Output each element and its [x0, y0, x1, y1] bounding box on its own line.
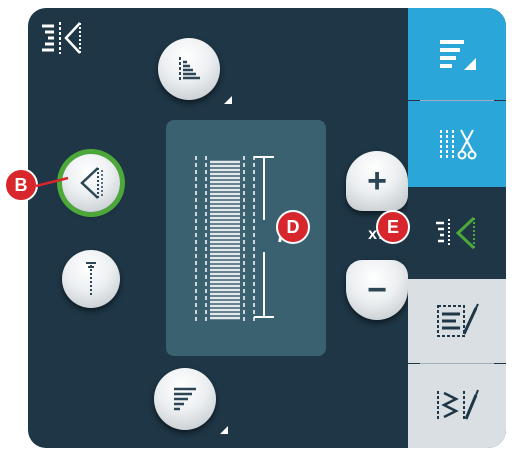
stitch-menu-icon: [440, 40, 476, 70]
stitch-program-start-icon: [179, 57, 200, 81]
stitch-settings-panel: 7 + x7 −: [28, 8, 506, 448]
stitch-mirror-icon: [436, 216, 476, 250]
callout-d: D: [276, 210, 310, 244]
stitch-start-menu-indicator: [224, 96, 232, 104]
tab-stitch-lettering-edit[interactable]: [408, 279, 506, 363]
stitch-end-button[interactable]: [154, 368, 216, 430]
minus-icon: −: [367, 270, 387, 309]
callout-e: E: [376, 210, 410, 244]
callout-b-pointer: [35, 176, 69, 188]
decrease-repeat-button[interactable]: −: [346, 260, 408, 320]
tab-stitch-menu[interactable]: [408, 8, 506, 100]
mirror-side-to-side-header-icon: [40, 20, 90, 56]
increase-repeat-button[interactable]: +: [346, 151, 408, 211]
tab-stitch-edit[interactable]: [408, 364, 506, 448]
stitch-program-end-icon: [174, 387, 196, 411]
stitch-length-bracket-line-lower: [263, 252, 265, 318]
end-to-end-mirror-button[interactable]: [62, 250, 120, 308]
tab-stitch-mirror[interactable]: [408, 187, 506, 279]
stitch-edit-icon: [437, 389, 479, 421]
stitch-start-button[interactable]: [158, 38, 220, 100]
stitch-length-bracket-bottom: [254, 316, 274, 318]
callout-b: B: [4, 168, 38, 202]
side-to-side-mirror-icon: [80, 167, 103, 199]
stitch-lettering-edit-icon: [437, 303, 479, 337]
stitch-end-menu-indicator: [220, 426, 228, 434]
sewing-settings-icon: [440, 129, 477, 160]
tab-sewing-settings[interactable]: [408, 101, 506, 187]
plus-icon: +: [367, 161, 387, 200]
end-to-end-mirror-icon: [86, 262, 96, 295]
stitch-length-bracket-line: [263, 156, 265, 220]
